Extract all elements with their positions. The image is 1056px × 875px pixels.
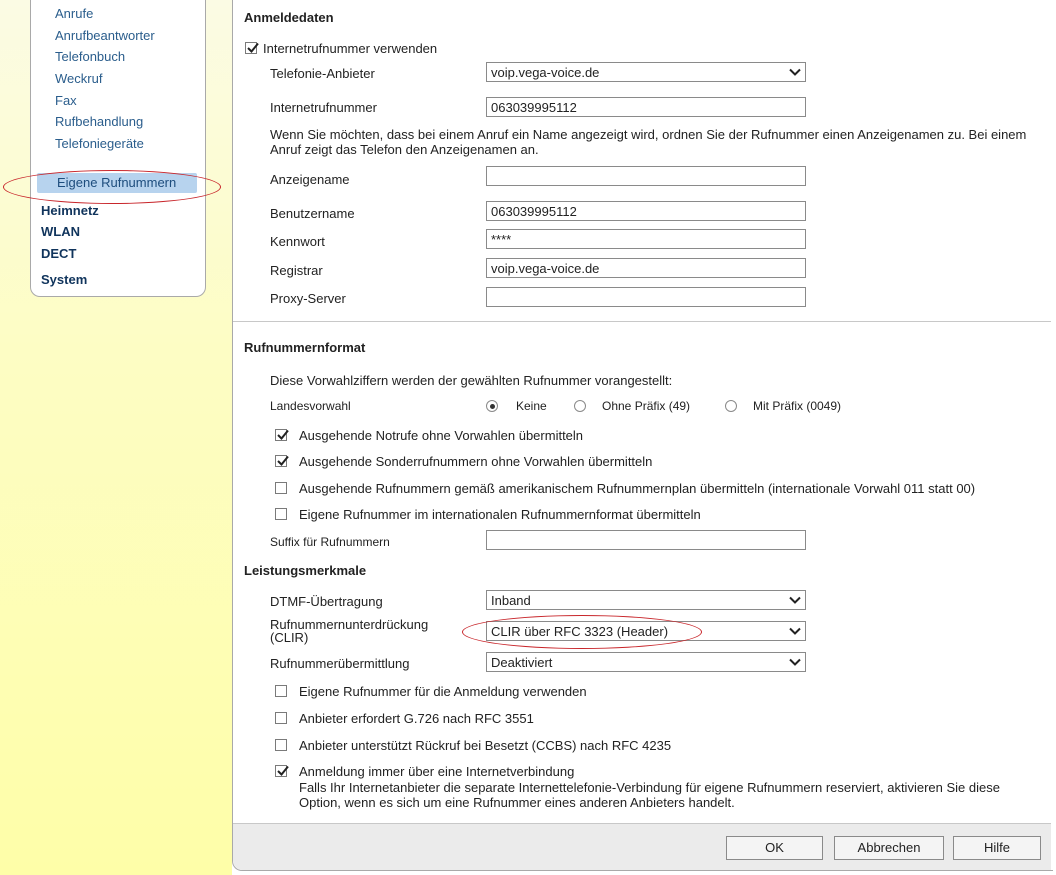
label-own-number-login: Eigene Rufnummer für die Anmeldung verwe… [299, 684, 587, 699]
label-clir-line2: (CLIR) [270, 630, 309, 645]
label-provider: Telefonie-Anbieter [270, 66, 375, 81]
label-g726: Anbieter erfordert G.726 nach RFC 3551 [299, 711, 534, 726]
checkbox-american[interactable] [275, 482, 287, 494]
label-password: Kennwort [270, 234, 325, 249]
checkbox-ccbs[interactable] [275, 739, 287, 751]
label-emergency: Ausgehende Notrufe ohne Vorwahlen übermi… [299, 428, 584, 443]
proxy-input[interactable] [486, 287, 806, 307]
sidebar-item-weckruf[interactable]: Weckruf [55, 71, 102, 86]
label-american: Ausgehende Rufnummern gemäß amerikanisch… [299, 481, 976, 496]
checkbox-emergency[interactable] [275, 429, 289, 441]
label-radio-mit-praefix: Mit Präfix (0049) [753, 399, 842, 413]
sidebar-item-telefoniegeraete[interactable]: Telefoniegeräte [55, 136, 144, 151]
chevron-down-icon [789, 68, 801, 76]
checkmark-icon [277, 455, 289, 466]
section-title-leistungsmerkmale: Leistungsmerkmale [244, 563, 367, 578]
sidebar-item-anrufbeantworter[interactable]: Anrufbeantworter [55, 28, 155, 43]
label-country-code: Landesvorwahl [270, 399, 351, 413]
provider-select[interactable]: voip.vega-voice.de [486, 62, 806, 82]
checkbox-own-number-login[interactable] [275, 685, 287, 697]
label-ccbs: Anbieter unterstützt Rückruf bei Besetzt… [299, 738, 672, 753]
checkbox-always-internet[interactable] [275, 765, 289, 777]
label-clip: Rufnummerübermittlung [270, 656, 410, 671]
password-input[interactable]: **** [486, 229, 806, 249]
suffix-input[interactable] [486, 530, 806, 550]
sidebar-item-label: Eigene Rufnummern [57, 175, 177, 190]
checkmark-icon [247, 42, 259, 53]
internet-number-input[interactable]: 063039995112 [486, 97, 806, 117]
clip-select[interactable]: Deaktiviert [486, 652, 806, 672]
label-radio-keine: Keine [516, 399, 547, 413]
checkbox-g726[interactable] [275, 712, 287, 724]
clir-select-value: CLIR über RFC 3323 (Header) [491, 624, 669, 639]
format-intro: Diese Vorwahlziffern werden der gewählte… [270, 373, 673, 388]
clir-select[interactable]: CLIR über RFC 3323 (Header) [486, 621, 806, 641]
clip-select-value: Deaktiviert [491, 655, 553, 670]
sidebar-item-telefonbuch[interactable]: Telefonbuch [55, 49, 125, 64]
checkmark-icon [277, 429, 289, 440]
help-button[interactable]: Hilfe [953, 836, 1041, 860]
sidebar-item-anrufe[interactable]: Anrufe [55, 6, 93, 21]
divider [233, 321, 1051, 322]
always-internet-hint: Falls Ihr Internetanbieter die separate … [299, 780, 1000, 810]
chevron-down-icon [789, 658, 801, 666]
label-dtmf: DTMF-Übertragung [270, 594, 383, 609]
sidebar-menu: Anrufe Anrufbeantworter Telefonbuch Weck… [30, 0, 206, 297]
label-internet-number-field: Internetrufnummer [270, 100, 377, 115]
dtmf-select-value: Inband [491, 593, 531, 608]
display-name-hint: Wenn Sie möchten, dass bei einem Anruf e… [270, 127, 1027, 157]
chevron-down-icon [789, 596, 801, 604]
registrar-input[interactable]: voip.vega-voice.de [486, 258, 806, 278]
label-username: Benutzername [270, 206, 355, 221]
checkbox-international[interactable] [275, 508, 287, 520]
settings-panel: Anmeldedaten Internetrufnummer verwenden… [232, 0, 1053, 871]
label-display-name: Anzeigename [270, 172, 350, 187]
label-registrar: Registrar [270, 263, 323, 278]
sidebar-item-eigene-rufnummern[interactable]: Eigene Rufnummern [37, 173, 197, 193]
label-internet-number: Internetrufnummer verwenden [263, 41, 438, 56]
checkbox-special[interactable] [275, 455, 289, 467]
label-radio-ohne-praefix: Ohne Präfix (49) [602, 399, 691, 413]
radio-keine[interactable] [486, 400, 498, 412]
sidebar-item-dect[interactable]: DECT [41, 246, 76, 261]
cancel-button[interactable]: Abbrechen [834, 836, 944, 860]
sidebar-item-rufbehandlung[interactable]: Rufbehandlung [55, 114, 143, 129]
section-title-anmeldedaten: Anmeldedaten [244, 10, 334, 25]
label-always-internet: Anmeldung immer über eine Internetverbin… [299, 764, 575, 779]
dtmf-select[interactable]: Inband [486, 590, 806, 610]
provider-select-value: voip.vega-voice.de [491, 65, 600, 80]
label-proxy: Proxy-Server [270, 291, 346, 306]
chevron-down-icon [789, 627, 801, 635]
section-title-rufnummernformat: Rufnummernformat [244, 340, 366, 355]
label-international: Eigene Rufnummer im internationalen Rufn… [299, 507, 701, 522]
radio-mit-praefix[interactable] [725, 400, 737, 412]
checkbox-internet-number[interactable] [245, 42, 259, 54]
sidebar-item-wlan[interactable]: WLAN [41, 224, 80, 239]
sidebar-item-heimnetz[interactable]: Heimnetz [41, 203, 99, 218]
label-suffix: Suffix für Rufnummern [270, 535, 390, 549]
sidebar-item-system[interactable]: System [41, 272, 87, 287]
radio-ohne-praefix[interactable] [574, 400, 586, 412]
ok-button[interactable]: OK [726, 836, 823, 860]
sidebar-item-fax[interactable]: Fax [55, 93, 77, 108]
label-special: Ausgehende Sonderrufnummern ohne Vorwahl… [299, 454, 653, 469]
username-input[interactable]: 063039995112 [486, 201, 806, 221]
checkmark-icon [277, 765, 289, 776]
display-name-input[interactable] [486, 166, 806, 186]
radio-dot [489, 403, 495, 409]
